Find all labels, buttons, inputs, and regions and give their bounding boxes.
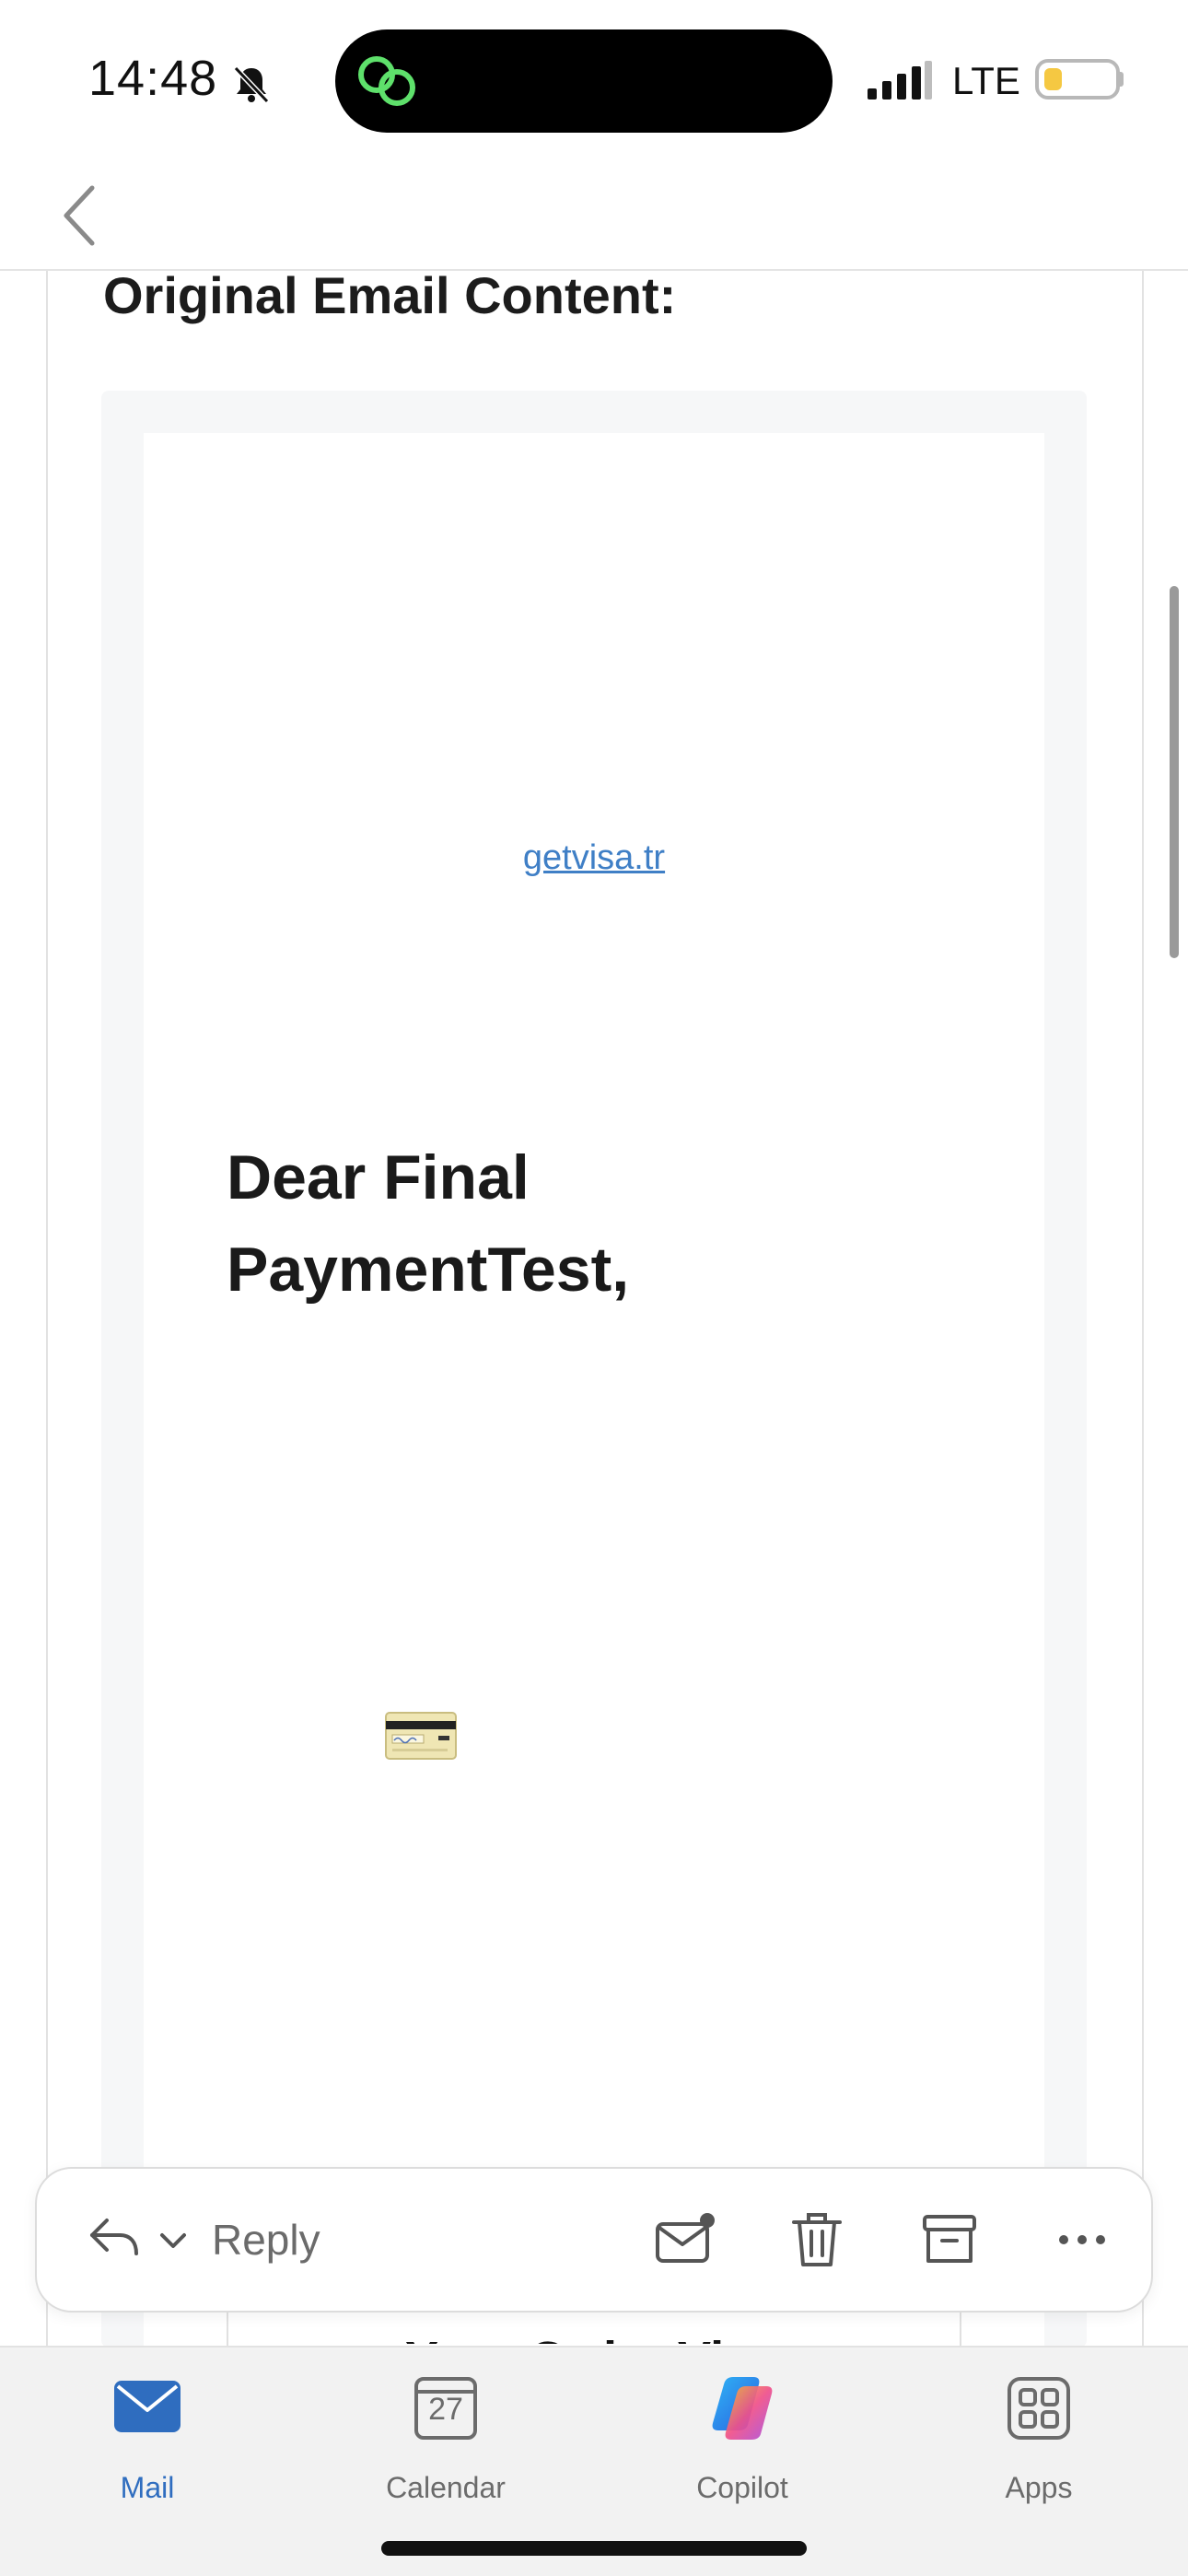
tab-copilot-label: Copilot bbox=[696, 2471, 788, 2504]
copilot-icon bbox=[712, 2377, 773, 2440]
status-bar: 14:48 LTE bbox=[0, 0, 1188, 157]
mail-icon bbox=[114, 2381, 181, 2432]
trash-icon[interactable] bbox=[785, 2207, 849, 2272]
cellular-signal-icon bbox=[868, 61, 932, 100]
section-title: Original Email Content: bbox=[103, 266, 677, 324]
tab-copilot[interactable]: Copilot bbox=[650, 2371, 834, 2510]
chevron-down-icon[interactable] bbox=[157, 2224, 190, 2257]
tab-calendar[interactable]: 27 Calendar bbox=[354, 2371, 538, 2510]
battery-cap bbox=[1118, 72, 1124, 87]
scrollbar[interactable] bbox=[1170, 586, 1179, 958]
network-type: LTE bbox=[952, 59, 1020, 102]
dynamic-island bbox=[335, 29, 833, 133]
original-email-card: getvisa.tr Dear Final PaymentTest, bbox=[144, 433, 1044, 2359]
email-action-bar: Reply bbox=[35, 2167, 1153, 2313]
reply-button[interactable]: Reply bbox=[212, 2215, 320, 2265]
home-indicator[interactable] bbox=[381, 2541, 807, 2556]
battery-level bbox=[1044, 68, 1062, 90]
credit-card-image bbox=[385, 1712, 457, 1760]
link-activity-icon bbox=[358, 56, 415, 106]
mark-unread-icon[interactable] bbox=[652, 2207, 716, 2272]
battery-icon bbox=[1035, 59, 1120, 100]
tab-mail[interactable]: Mail bbox=[55, 2371, 239, 2510]
status-time: 14:48 bbox=[88, 51, 218, 106]
bell-off-icon bbox=[233, 65, 270, 104]
email-greeting: Dear Final PaymentTest, bbox=[227, 1142, 630, 1305]
tab-apps-label: Apps bbox=[1005, 2471, 1073, 2504]
nav-bar bbox=[0, 157, 1188, 271]
sender-link[interactable]: getvisa.tr bbox=[144, 838, 1044, 878]
tab-mail-label: Mail bbox=[120, 2471, 175, 2504]
tab-calendar-label: Calendar bbox=[386, 2471, 506, 2504]
reply-icon[interactable] bbox=[85, 2209, 142, 2266]
calendar-day-number: 27 bbox=[428, 2392, 463, 2427]
apps-icon bbox=[1007, 2377, 1070, 2440]
tab-apps[interactable]: Apps bbox=[947, 2371, 1131, 2510]
more-options-icon[interactable] bbox=[1050, 2207, 1114, 2272]
archive-icon[interactable] bbox=[917, 2207, 982, 2272]
back-chevron-icon[interactable] bbox=[55, 179, 103, 252]
